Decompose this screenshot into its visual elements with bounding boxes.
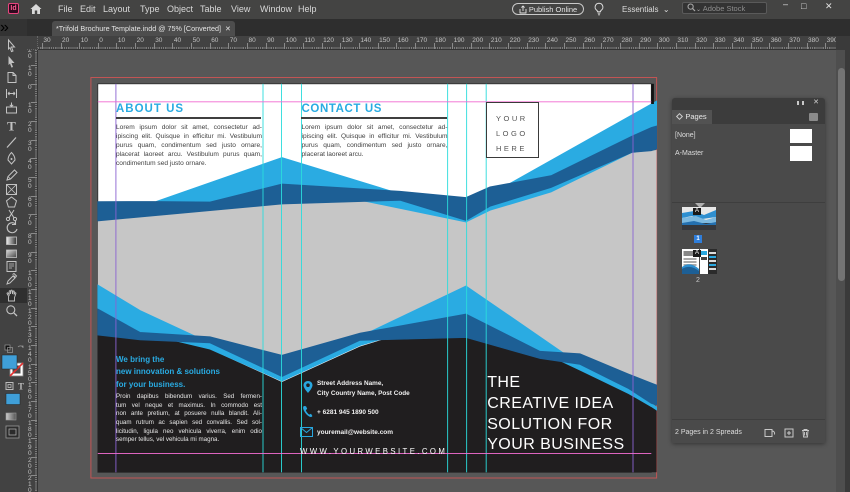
svg-text:T: T (7, 119, 16, 134)
svg-text:T: T (18, 382, 24, 392)
